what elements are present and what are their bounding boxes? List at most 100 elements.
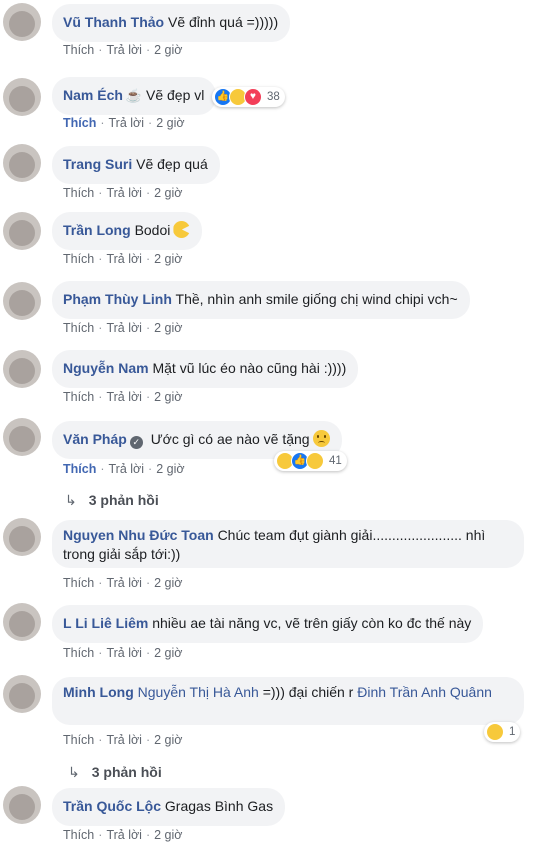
timestamp[interactable]: 2 giờ xyxy=(154,828,182,842)
reaction-summary[interactable]: 👍 ♥ 38 xyxy=(212,87,285,107)
avatar[interactable] xyxy=(3,282,41,320)
commenter-name[interactable]: Nguyen Nhu Đức Toan xyxy=(63,527,214,543)
avatar[interactable] xyxy=(3,144,41,182)
like-link[interactable]: Thích xyxy=(63,252,94,266)
timestamp[interactable]: 2 giờ xyxy=(156,116,184,130)
avatar[interactable] xyxy=(3,675,41,713)
avatar[interactable] xyxy=(3,78,41,116)
avatar[interactable] xyxy=(3,3,41,41)
comment-bubble: Nguyen Nhu Đức Toan Chúc team đụt giành … xyxy=(52,520,524,568)
reply-arrow-icon: ↳ xyxy=(65,492,77,508)
commenter-name[interactable]: Nguyễn Nam xyxy=(63,360,149,376)
timestamp[interactable]: 2 giờ xyxy=(154,252,182,266)
comment-actions: Thích · Trả lời · 2 giờ xyxy=(63,252,183,266)
comment-bubble: Nam Éch ☕ Vẽ đẹp vl xyxy=(52,77,217,115)
comment-actions: Thích · Trả lời · 2 giờ xyxy=(63,646,183,660)
reply-arrow-icon: ↳ xyxy=(68,764,80,780)
comment-bubble: Nguyễn Nam Mặt vũ lúc éo nào cũng hài :)… xyxy=(52,350,359,388)
commenter-name[interactable]: Minh Long xyxy=(63,684,134,700)
comment-bubble: L Li Liê Liêm nhiều ae tài năng vc, vẽ t… xyxy=(52,605,484,643)
avatar[interactable] xyxy=(3,418,41,456)
avatar[interactable] xyxy=(3,786,41,824)
comment-actions: Thích · Trả lời · 2 giờ xyxy=(63,321,183,335)
comment-text: Vẽ đẹp quá xyxy=(136,156,208,172)
comment-actions: Thích · Trả lời · 2 giờ xyxy=(63,390,183,404)
timestamp[interactable]: 2 giờ xyxy=(154,43,182,57)
avatar[interactable] xyxy=(3,212,41,250)
commenter-name[interactable]: Văn Pháp xyxy=(63,431,127,447)
comment-text: Vẽ đỉnh quá =))))) xyxy=(168,14,279,30)
comment-bubble: Trần Long Bodoi xyxy=(52,212,203,250)
reply-link[interactable]: Trả lời xyxy=(106,186,142,200)
commenter-name[interactable]: L Li Liê Liêm xyxy=(63,615,148,631)
reaction-count: 38 xyxy=(267,91,280,103)
like-link[interactable]: Thích xyxy=(63,321,94,335)
comment-text: Thề, nhìn anh smile giống chị wind chipi… xyxy=(175,291,458,307)
timestamp[interactable]: 2 giờ xyxy=(154,186,182,200)
reply-link[interactable]: Trả lời xyxy=(106,390,142,404)
verified-icon: ✓ xyxy=(129,436,143,449)
reply-link[interactable]: Trả lời xyxy=(106,646,142,660)
timestamp[interactable]: 2 giờ xyxy=(154,733,182,747)
reply-link[interactable]: Trả lời xyxy=(106,828,142,842)
reply-link[interactable]: Trả lời xyxy=(109,462,145,476)
comment-actions: Thích · Trả lời · 2 giờ xyxy=(63,43,183,57)
reply-link[interactable]: Trả lời xyxy=(106,733,142,747)
like-link[interactable]: Thích xyxy=(63,116,96,130)
comment-bubble: Trang Suri Vẽ đẹp quá xyxy=(52,146,220,184)
comment-bubble: Trần Quốc Lộc Gragas Bình Gas xyxy=(52,788,286,826)
commenter-name[interactable]: Vũ Thanh Thảo xyxy=(63,14,164,30)
comment-text: Bodoi xyxy=(134,222,171,238)
like-link[interactable]: Thích xyxy=(63,43,94,57)
mention-link[interactable]: Đinh Trần Anh Quânn xyxy=(357,684,492,700)
reaction-summary[interactable]: 👍 41 xyxy=(274,451,347,471)
comment-text: Vẽ đẹp vl xyxy=(146,87,205,103)
comment-actions: Thích · Trả lời · 2 giờ xyxy=(63,733,183,747)
mention-link[interactable]: Nguyễn Thị Hà Anh xyxy=(138,684,259,700)
reaction-count: 1 xyxy=(509,726,516,738)
comment-text: Mặt vũ lúc éo nào cũng hài :)))) xyxy=(152,360,347,376)
coffee-icon: ☕ xyxy=(125,88,143,103)
reply-link[interactable]: Trả lời xyxy=(106,576,142,590)
timestamp[interactable]: 2 giờ xyxy=(154,390,182,404)
sad-emoji-icon xyxy=(312,430,330,447)
avatar[interactable] xyxy=(3,603,41,641)
timestamp[interactable]: 2 giờ xyxy=(154,646,182,660)
like-link[interactable]: Thích xyxy=(63,390,94,404)
comment-text: nhiều ae tài năng vc, vẽ trên giấy còn k… xyxy=(152,615,472,631)
reply-link[interactable]: Trả lời xyxy=(106,252,142,266)
like-link[interactable]: Thích xyxy=(63,733,94,747)
reply-link[interactable]: Trả lời xyxy=(106,321,142,335)
commenter-name[interactable]: Trần Quốc Lộc xyxy=(63,798,161,814)
comment-bubble: Vũ Thanh Thảo Vẽ đỉnh quá =))))) xyxy=(52,4,291,42)
avatar[interactable] xyxy=(3,518,41,556)
commenter-name[interactable]: Nam Éch xyxy=(63,87,123,103)
comment-actions: Thích · Trả lời · 2 giờ xyxy=(63,186,183,200)
reaction-count: 41 xyxy=(329,455,342,467)
comment-bubble: Phạm Thùy Linh Thề, nhìn anh smile giống… xyxy=(52,281,470,319)
reply-link[interactable]: Trả lời xyxy=(106,43,142,57)
commenter-name[interactable]: Phạm Thùy Linh xyxy=(63,291,172,307)
timestamp[interactable]: 2 giờ xyxy=(156,462,184,476)
view-replies-link[interactable]: ↳ 3 phản hồi xyxy=(65,492,159,509)
comment-actions: Thích · Trả lời · 2 giờ xyxy=(63,116,185,130)
avatar[interactable] xyxy=(3,350,41,388)
replies-count: 3 phản hồi xyxy=(91,764,162,780)
commenter-name[interactable]: Trang Suri xyxy=(63,156,132,172)
like-link[interactable]: Thích xyxy=(63,576,94,590)
pacman-emoji-icon xyxy=(173,221,191,238)
comment-actions: Thích · Trả lời · 2 giờ xyxy=(63,576,183,590)
view-replies-link[interactable]: ↳ 3 phản hồi xyxy=(68,764,162,781)
like-link[interactable]: Thích xyxy=(63,186,94,200)
comment-actions: Thích · Trả lời · 2 giờ xyxy=(63,828,183,842)
reply-link[interactable]: Trả lời xyxy=(109,116,145,130)
comment-bubble: Minh Long Nguyễn Thị Hà Anh =))) đại chi… xyxy=(52,677,524,725)
like-link[interactable]: Thích xyxy=(63,828,94,842)
like-link[interactable]: Thích xyxy=(63,462,96,476)
comment-text: Ước gì có ae nào vẽ tặng xyxy=(150,431,310,447)
reaction-summary[interactable]: 1 xyxy=(484,722,521,742)
timestamp[interactable]: 2 giờ xyxy=(154,576,182,590)
commenter-name[interactable]: Trần Long xyxy=(63,222,131,238)
timestamp[interactable]: 2 giờ xyxy=(154,321,182,335)
like-link[interactable]: Thích xyxy=(63,646,94,660)
